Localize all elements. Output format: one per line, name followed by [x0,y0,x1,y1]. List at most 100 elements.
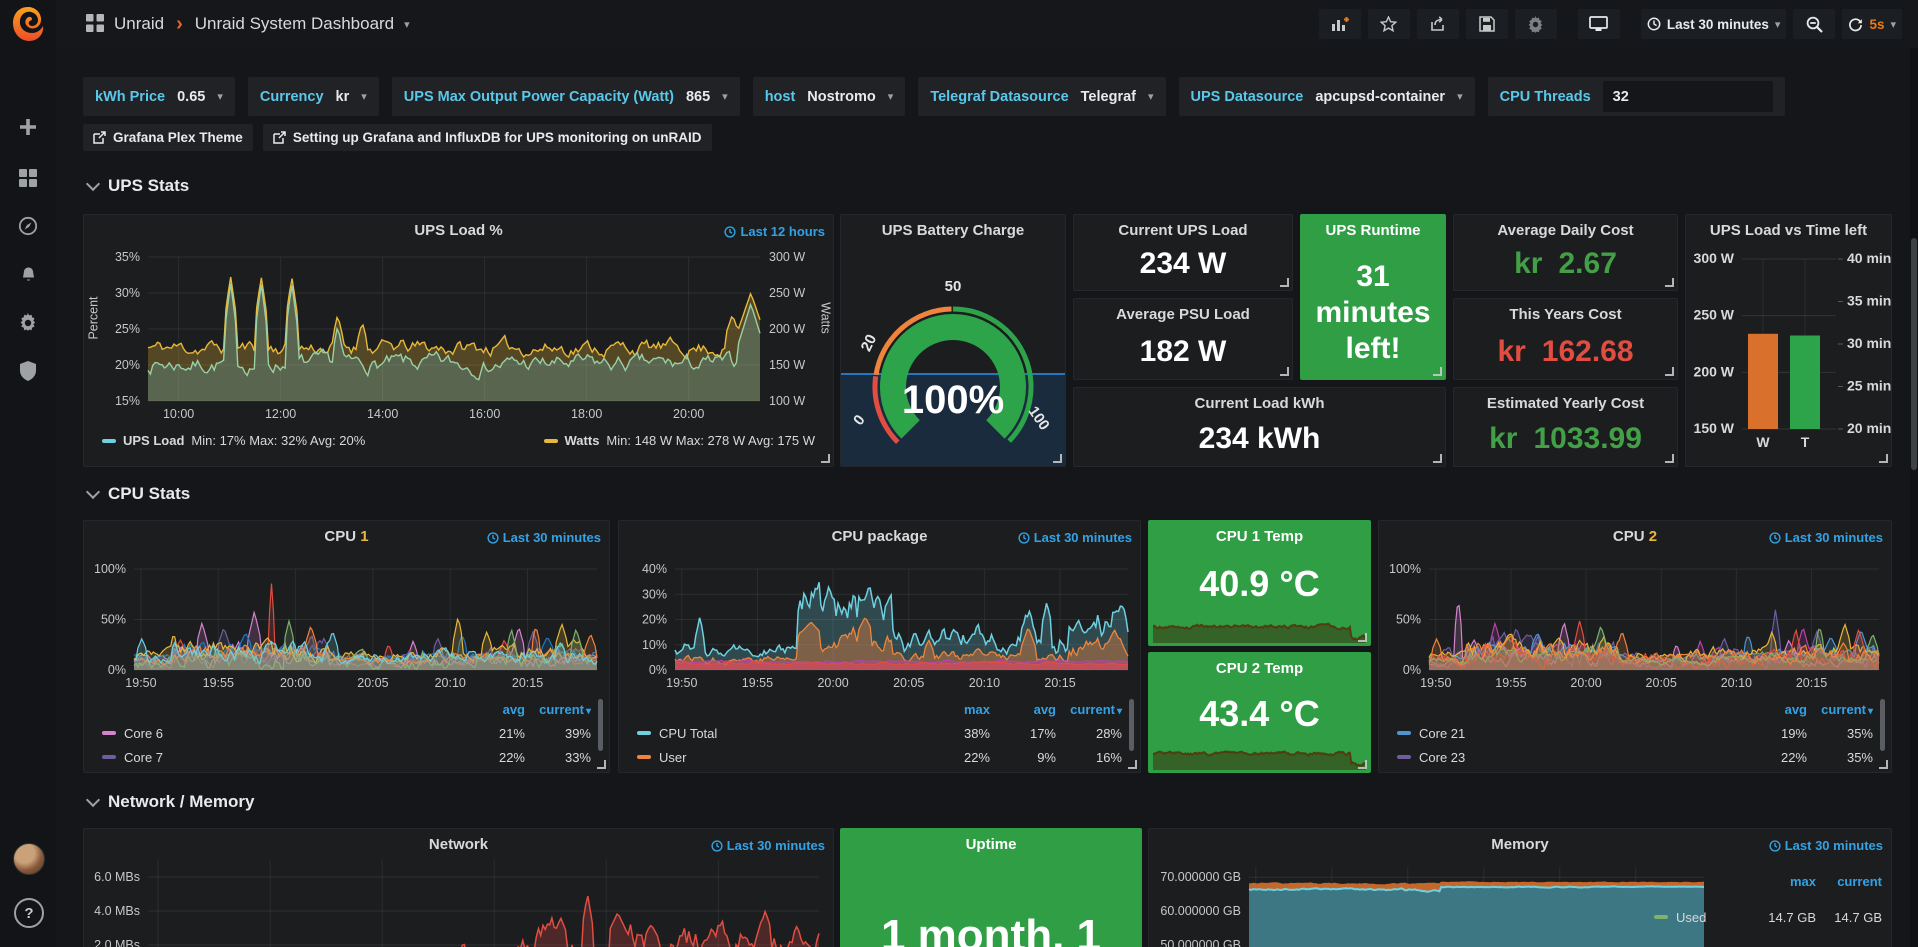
apps-grid-icon[interactable] [86,14,104,35]
breadcrumb-dashboard-title[interactable]: Unraid System Dashboard [195,14,394,34]
time-range-label: Last 30 minutes [1034,530,1132,545]
legend-column-header[interactable]: current▾ [1807,702,1873,717]
panel-resize-handle[interactable] [1433,367,1442,376]
legend-scrollbar[interactable] [1129,699,1134,751]
panel-resize-handle[interactable] [1280,278,1289,287]
legend-series-name[interactable]: User [637,750,924,765]
configuration-gear-icon[interactable] [0,303,56,343]
legend-column-header[interactable]: avg [1741,702,1807,717]
load-vs-time-chart[interactable]: 150 W200 W250 W300 W20 min25 min30 min35… [1686,215,1891,466]
refresh-picker[interactable]: 5s ▾ [1842,9,1902,39]
add-icon[interactable] [0,107,56,147]
variable-ups-datasource[interactable]: UPS Datasource apcupsd-container ▾ [1179,77,1475,116]
legend-column-header[interactable]: avg [459,702,525,717]
legend-series-name[interactable]: Core 21 [1397,726,1741,741]
panel-title[interactable]: Estimated Yearly Cost [1454,395,1677,412]
panel-title[interactable]: Uptime [841,836,1141,853]
legend-column-header[interactable]: max [1750,874,1816,889]
legend-series-name[interactable]: Core 7 [102,750,459,765]
legend-column-header[interactable]: current▾ [525,702,591,717]
row-header-network-memory[interactable]: Network / Memory [88,792,254,812]
share-button[interactable] [1417,9,1459,39]
grafana-logo-icon[interactable] [8,4,48,44]
legend-scrollbar[interactable] [598,699,603,751]
panel-resize-handle[interactable] [1665,454,1674,463]
legend-value: 14.7 GB [1750,910,1816,925]
legend-series-name[interactable]: CPU Total [637,726,924,741]
time-range-picker[interactable]: Last 30 minutes ▾ [1641,9,1787,39]
dashboards-icon[interactable] [0,158,56,198]
memory-chart[interactable]: 70.000000 GB60.000000 GB50.000000 GB [1149,857,1719,947]
panel-title[interactable]: CPU 1 Temp [1149,528,1370,545]
add-panel-button[interactable] [1319,9,1361,39]
panel-title[interactable]: This Years Cost [1454,306,1677,323]
admin-shield-icon[interactable] [0,351,56,391]
panel-title[interactable]: CPU 2 Temp [1149,660,1370,677]
panel-resize-handle[interactable] [1358,633,1367,642]
legend-column-header[interactable]: current▾ [1056,702,1122,717]
cpu1-chart[interactable]: 0%50%100%19:5019:5520:0020:0520:1020:15 [84,549,607,699]
row-header-cpu-stats[interactable]: CPU Stats [88,484,190,504]
panel-title[interactable]: UPS Runtime [1301,222,1445,239]
cpu-threads-input[interactable] [1603,81,1773,112]
legend-scrollbar[interactable] [1880,699,1885,751]
star-button[interactable] [1368,9,1410,39]
variable-host[interactable]: host Nostromo ▾ [753,77,906,116]
panel-title[interactable]: Current UPS Load [1074,222,1292,239]
panel-resize-handle[interactable] [1665,367,1674,376]
ups-load-chart[interactable]: 15%20%25%30%35%100 W150 W200 W250 W300 W… [84,243,831,443]
panel-resize-handle[interactable] [821,454,830,463]
breadcrumb-folder[interactable]: Unraid [114,14,164,34]
explore-icon[interactable] [0,206,56,246]
legend-series-name[interactable]: Used [1654,910,1750,925]
panel-resize-handle[interactable] [1128,760,1137,769]
row-header-ups-stats[interactable]: UPS Stats [88,176,189,196]
network-chart[interactable]: 6.0 MBs4.0 MBs2.0 MBs [84,857,831,947]
panel-time-range[interactable]: Last 12 hours [724,224,825,239]
legend-series-name[interactable]: Core 23 [1397,750,1741,765]
panel-resize-handle[interactable] [597,760,606,769]
kiosk-mode-button[interactable] [1578,9,1620,39]
panel-title[interactable]: Current Load kWh [1074,395,1445,412]
variable-kwh-price[interactable]: kWh Price 0.65 ▾ [83,77,235,116]
legend-column-header[interactable]: max [924,702,990,717]
cpu2-chart[interactable]: 0%50%100%19:5019:5520:0020:0520:1020:15 [1379,549,1889,699]
panel-time-range[interactable]: Last 30 minutes [1769,530,1883,545]
variable-currency[interactable]: Currency kr ▾ [248,77,379,116]
panel-resize-handle[interactable] [1280,367,1289,376]
panel-time-range[interactable]: Last 30 minutes [711,838,825,853]
zoom-out-button[interactable] [1793,9,1835,39]
variable-telegraf-datasource[interactable]: Telegraf Datasource Telegraf ▾ [918,77,1165,116]
panel-time-range[interactable]: Last 30 minutes [1018,530,1132,545]
cpu-package-chart[interactable]: 0%10%20%30%40%19:5019:5520:0020:0520:102… [619,549,1138,699]
alerting-bell-icon[interactable] [0,255,56,295]
user-avatar[interactable] [13,843,45,875]
panel-title[interactable]: Average Daily Cost [1454,222,1677,239]
legend-series-ups-load[interactable]: UPS Load Min: 17% Max: 32% Avg: 20% [102,433,365,448]
panel-title[interactable]: UPS Load % [84,222,833,239]
panel-resize-handle[interactable] [1879,454,1888,463]
link-ups-monitoring-guide[interactable]: Setting up Grafana and InfluxDB for UPS … [263,124,712,151]
row-title: Network / Memory [108,792,254,812]
svg-text:0%: 0% [1403,663,1421,677]
panel-resize-handle[interactable] [1358,760,1367,769]
panel-time-range[interactable]: Last 30 minutes [1769,838,1883,853]
panel-resize-handle[interactable] [1053,454,1062,463]
refresh-interval-label: 5s [1869,17,1884,32]
panel-time-range[interactable]: Last 30 minutes [487,530,601,545]
link-grafana-plex-theme[interactable]: Grafana Plex Theme [83,124,253,151]
legend-column-header[interactable]: current [1816,874,1882,889]
panel-title[interactable]: Average PSU Load [1074,306,1292,323]
legend-series-name[interactable]: Core 6 [102,726,459,741]
settings-gear-button[interactable] [1515,9,1557,39]
dashboard-caret-icon[interactable]: ▾ [404,18,410,31]
save-button[interactable] [1466,9,1508,39]
panel-resize-handle[interactable] [1879,760,1888,769]
help-icon[interactable]: ? [14,898,44,928]
legend-series-watts[interactable]: Watts Min: 148 W Max: 278 W Avg: 175 W [544,433,815,448]
panel-resize-handle[interactable] [1665,278,1674,287]
variable-ups-max-output[interactable]: UPS Max Output Power Capacity (Watt) 865… [392,77,740,116]
legend-column-header[interactable]: avg [990,702,1056,717]
page-scrollbar-thumb[interactable] [1911,238,1917,470]
panel-resize-handle[interactable] [1433,454,1442,463]
